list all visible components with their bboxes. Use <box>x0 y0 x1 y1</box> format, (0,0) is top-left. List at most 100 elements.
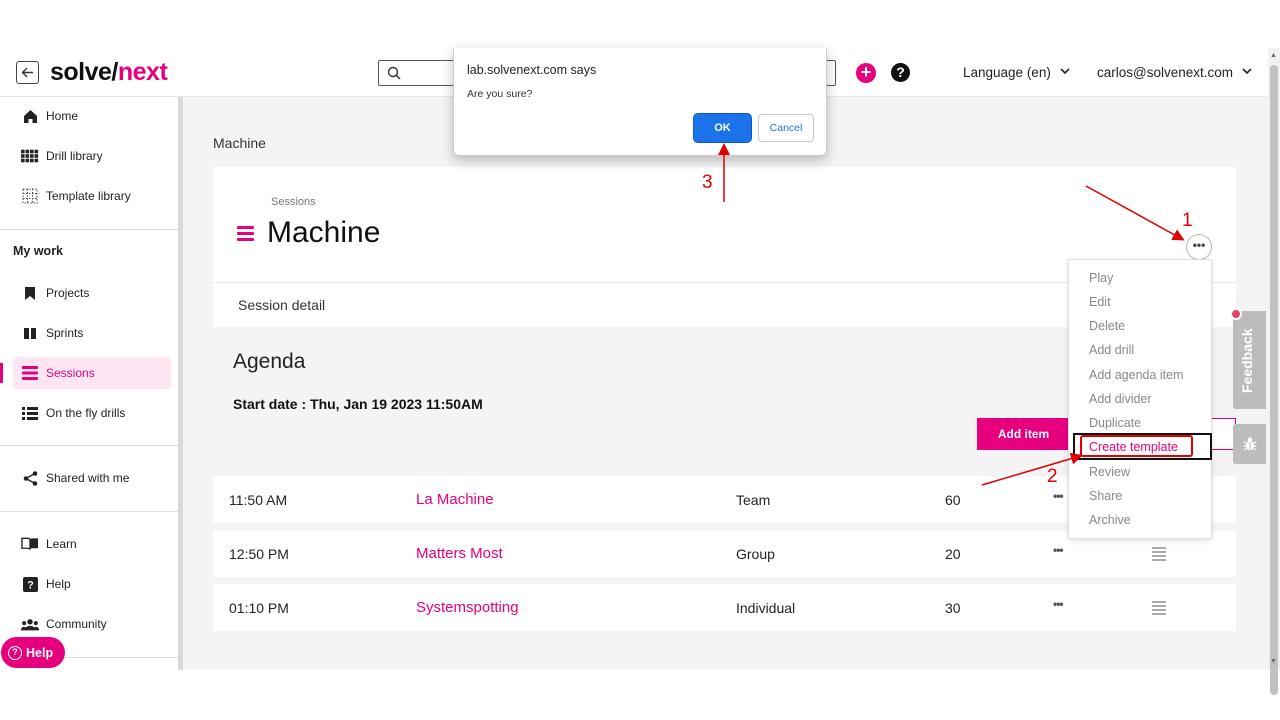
agenda-heading: Agenda <box>233 350 306 373</box>
feedback-tab[interactable]: Feedback <box>1233 311 1266 409</box>
row-more-icon[interactable]: ••• <box>1053 597 1064 611</box>
bug-icon <box>1243 437 1256 451</box>
row-time: 12:50 PM <box>229 546 289 562</box>
sidebar-item-label: Learn <box>46 537 77 551</box>
chevron-down-icon <box>1242 68 1252 75</box>
annotation-step-2: 2 <box>1047 466 1058 487</box>
chevron-down-icon <box>1060 68 1070 75</box>
more-options-button[interactable]: ••• <box>1186 234 1212 260</box>
grid-icon <box>21 147 39 165</box>
menu-item-duplicate[interactable]: Duplicate <box>1089 416 1141 430</box>
ok-button-label: OK <box>714 122 731 134</box>
back-button[interactable] <box>16 61 39 84</box>
sidebar-item-learn[interactable]: Learn <box>13 528 171 560</box>
menu-lines-icon <box>21 364 39 382</box>
scroll-down-icon[interactable]: ▼ <box>1270 658 1277 665</box>
row-more-icon[interactable]: ••• <box>1053 543 1064 557</box>
row-minutes: 60 <box>945 492 961 508</box>
app-window: solve/next + ? Language (en) carlos@solv… <box>0 0 1280 720</box>
sidebar-item-home[interactable]: Home <box>13 100 171 132</box>
my-work-heading: My work <box>13 244 64 258</box>
menu-item-delete[interactable]: Delete <box>1089 319 1125 333</box>
sidebar-item-label: Sprints <box>46 326 84 340</box>
menu-item-play[interactable]: Play <box>1089 271 1113 285</box>
cancel-button-label: Cancel <box>769 122 803 134</box>
row-time: 01:10 PM <box>229 600 289 616</box>
add-item-label: Add item <box>997 427 1050 441</box>
menu-item-review[interactable]: Review <box>1089 465 1130 479</box>
sidebar-item-label: On the fly drills <box>46 406 126 420</box>
row-name-link[interactable]: Matters Most <box>416 545 503 562</box>
session-detail-tab[interactable]: Session detail <box>238 297 325 313</box>
drag-handle-icon[interactable] <box>1152 547 1166 563</box>
people-icon <box>21 615 39 633</box>
row-name-link[interactable]: La Machine <box>416 491 494 508</box>
start-date: Start date : Thu, Jan 19 2023 11:50AM <box>233 396 483 412</box>
notification-dot <box>1230 308 1242 320</box>
row-type: Team <box>736 492 771 508</box>
sessions-label[interactable]: Sessions <box>271 196 316 208</box>
annotation-step-3: 3 <box>702 172 713 193</box>
scrollbar-thumb[interactable] <box>1270 65 1278 695</box>
sidebar-item-template-library[interactable]: Template library <box>13 180 171 212</box>
menu-item-add-drill[interactable]: Add drill <box>1089 343 1134 357</box>
sidebar-item-sessions[interactable]: Sessions <box>13 357 171 389</box>
logo[interactable]: solve/next <box>50 58 168 87</box>
ok-button[interactable]: OK <box>694 114 751 142</box>
cancel-button[interactable]: Cancel <box>758 114 814 142</box>
sidebar-item-community[interactable]: Community <box>13 608 171 640</box>
help-button[interactable]: ? Help <box>1 637 65 668</box>
drag-handle-icon[interactable] <box>1152 601 1166 617</box>
confirm-dialog: lab.solvenext.com says Are you sure? OK … <box>453 48 827 156</box>
share-icon <box>21 469 39 487</box>
scroll-up-icon[interactable]: ▲ <box>1270 52 1277 59</box>
sidebar-item-projects[interactable]: Projects <box>13 277 171 309</box>
session-options-menu: Play Edit Delete Add drill Add agenda it… <box>1068 259 1212 539</box>
sidebar-item-label: Template library <box>46 189 131 203</box>
menu-item-add-agenda-item[interactable]: Add agenda item <box>1089 368 1184 382</box>
row-name-link[interactable]: Systemspotting <box>416 599 519 616</box>
book-icon <box>21 535 39 553</box>
help-icon[interactable]: ? <box>891 63 910 82</box>
question-circle-icon: ? <box>8 645 22 660</box>
language-label: Language (en) <box>963 65 1051 80</box>
sidebar-item-label: Shared with me <box>46 471 130 485</box>
sidebar-item-shared-with-me[interactable]: Shared with me <box>13 462 171 494</box>
sidebar-item-label: Projects <box>46 286 90 300</box>
menu-item-edit[interactable]: Edit <box>1089 295 1111 309</box>
columns-icon <box>21 324 39 342</box>
annotation-step-1: 1 <box>1182 210 1193 231</box>
sidebar-divider <box>0 229 178 230</box>
arrow-left-icon <box>21 67 33 78</box>
page-title: Machine <box>267 216 381 249</box>
add-item-button[interactable]: Add item <box>977 418 1070 450</box>
bug-report-button[interactable] <box>1233 424 1266 464</box>
logo-text-next: next <box>117 58 168 86</box>
breadcrumb[interactable]: Machine <box>213 135 266 151</box>
menu-item-archive[interactable]: Archive <box>1089 513 1131 527</box>
logo-text-solve: solve/ <box>50 58 118 86</box>
list-icon <box>21 404 39 422</box>
question-icon: ? <box>21 575 39 593</box>
sidebar-item-drill-library[interactable]: Drill library <box>13 140 171 172</box>
dotted-grid-icon <box>21 187 39 205</box>
sidebar-item-label: Home <box>46 109 79 123</box>
table-row: 01:10 PM Systemspotting Individual 30 ••… <box>213 584 1236 631</box>
menu-item-add-divider[interactable]: Add divider <box>1089 392 1152 406</box>
page-scrollbar[interactable]: ▲ ▼ <box>1268 48 1280 695</box>
sidebar-item-on-the-fly-drills[interactable]: On the fly drills <box>13 397 171 429</box>
language-selector[interactable]: Language (en) <box>963 65 1070 80</box>
active-indicator <box>0 363 3 383</box>
row-type: Individual <box>736 600 796 616</box>
menu-item-share[interactable]: Share <box>1089 489 1122 503</box>
search-icon <box>387 66 401 80</box>
home-icon <box>21 107 39 125</box>
sidebar-item-help[interactable]: ? Help <box>13 568 171 600</box>
row-more-icon[interactable]: ••• <box>1053 489 1064 503</box>
add-icon[interactable]: + <box>856 63 876 83</box>
sidebar-item-sprints[interactable]: Sprints <box>13 317 171 349</box>
sidebar-divider <box>0 445 178 446</box>
account-menu[interactable]: carlos@solvenext.com <box>1097 65 1252 80</box>
row-minutes: 20 <box>945 546 961 562</box>
dialog-message: Are you sure? <box>467 88 533 100</box>
